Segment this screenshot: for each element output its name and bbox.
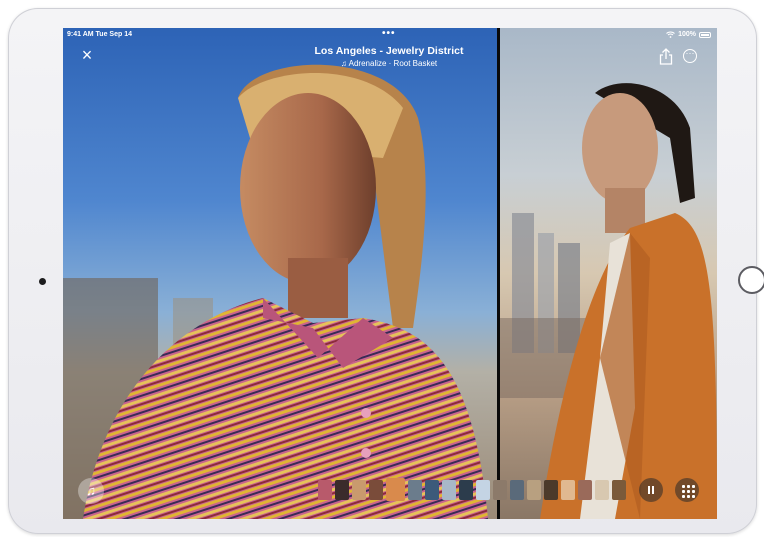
screen: 9:41 AM Tue Sep 14 ••• 100% × Los Angele…	[63, 28, 717, 519]
filmstrip-thumbnail[interactable]	[386, 478, 405, 501]
close-button[interactable]: ×	[77, 45, 97, 65]
memory-title-block: Los Angeles - Jewelry District ♫ Adrenal…	[283, 45, 495, 68]
multitasking-dots[interactable]: •••	[382, 28, 396, 39]
filmstrip-thumbnail[interactable]	[425, 480, 439, 500]
filmstrip-thumbnail[interactable]	[595, 480, 609, 500]
filmstrip-thumbnail[interactable]	[493, 480, 507, 500]
filmstrip-thumbnail[interactable]	[510, 480, 524, 500]
home-button[interactable]	[738, 266, 764, 294]
status-time-date: 9:41 AM Tue Sep 14	[67, 31, 132, 38]
memory-photo-left	[63, 28, 497, 519]
status-time: 9:41 AM	[67, 31, 94, 38]
more-options-icon[interactable]: ···	[683, 49, 697, 63]
filmstrip-thumbnail[interactable]	[335, 480, 349, 500]
filmstrip-thumbnail[interactable]	[408, 480, 422, 500]
filmstrip-thumbnail[interactable]	[352, 480, 366, 500]
battery-icon	[699, 31, 711, 38]
status-date: Tue Sep 14	[95, 31, 132, 38]
battery-percent: 100%	[678, 31, 696, 38]
wifi-icon	[666, 31, 675, 38]
memory-title: Los Angeles - Jewelry District	[314, 45, 464, 57]
man-portrait-image	[500, 83, 717, 519]
share-icon[interactable]	[658, 48, 674, 66]
filmstrip-thumbnail[interactable]	[476, 480, 490, 500]
filmstrip-thumbnail[interactable]	[369, 480, 383, 500]
woman-portrait-image	[63, 64, 488, 519]
memory-music-subtitle: ♫ Adrenalize · Root Basket	[340, 59, 438, 68]
memory-photo-right	[500, 28, 717, 519]
filmstrip-thumbnail[interactable]	[318, 480, 332, 500]
filmstrip-thumbnail[interactable]	[561, 480, 575, 500]
filmstrip-thumbnail[interactable]	[442, 480, 456, 500]
filmstrip-thumbnail[interactable]	[612, 480, 626, 500]
music-note-icon[interactable]: ♫	[78, 478, 104, 504]
grid-view-icon[interactable]	[675, 478, 699, 502]
photo-filmstrip[interactable]	[318, 478, 626, 501]
filmstrip-thumbnail[interactable]	[527, 480, 541, 500]
filmstrip-thumbnail[interactable]	[544, 480, 558, 500]
status-bar: 9:41 AM Tue Sep 14 ••• 100%	[63, 28, 717, 42]
filmstrip-thumbnail[interactable]	[578, 480, 592, 500]
filmstrip-thumbnail[interactable]	[459, 480, 473, 500]
front-camera	[39, 278, 46, 285]
pause-button[interactable]	[639, 478, 663, 502]
status-indicators: 100%	[666, 31, 711, 38]
